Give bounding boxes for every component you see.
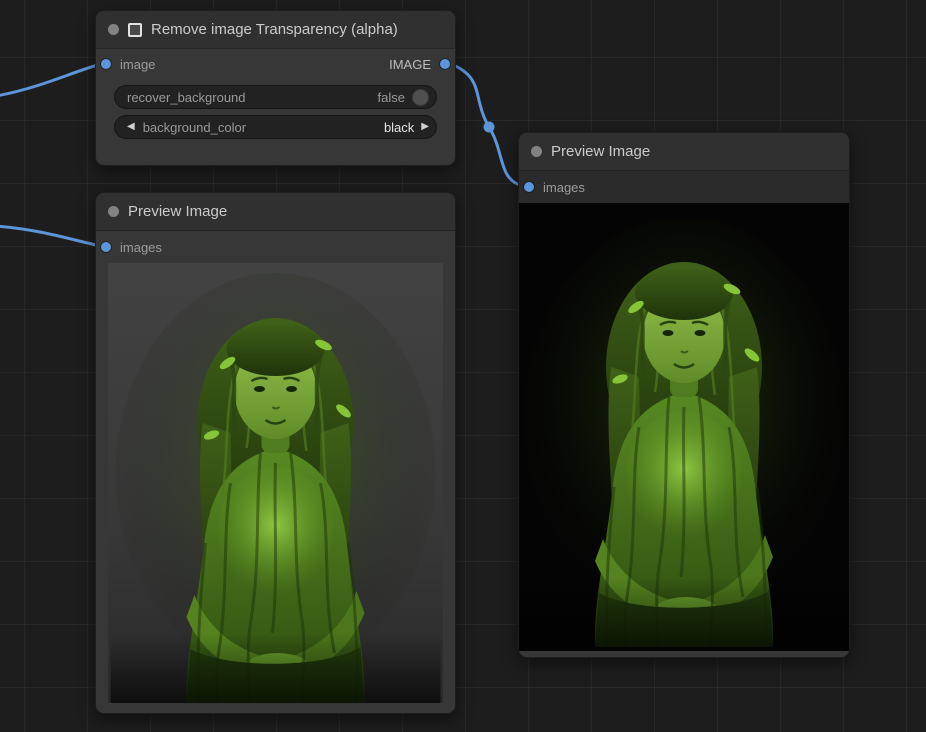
node-preview-image-left[interactable]: Preview Image images [95,192,456,714]
images-row: images [96,231,455,263]
preview-image-area [108,263,443,703]
toggle-knob[interactable] [412,89,429,106]
checkbox-square-icon [128,23,142,37]
node-preview-image-right[interactable]: Preview Image images [518,132,850,658]
preview-image-figure [519,203,849,651]
widget-recover-background[interactable]: recover_background false [114,85,437,109]
widget-value: false [378,90,405,105]
link-image-output-to-right-preview [451,64,523,186]
node-status-dot [108,206,119,217]
combo-right-arrow-icon[interactable]: ▶ [421,122,429,132]
node-title-bar[interactable]: Preview Image [96,193,455,231]
preview-image-area [519,203,849,651]
input-label-images: images [543,180,585,195]
output-port-image[interactable] [440,59,450,69]
input-port-image[interactable] [101,59,111,69]
node-title: Remove image Transparency (alpha) [151,21,398,38]
combo-left-arrow-icon[interactable]: ◀ [127,122,135,132]
link-to-left-preview-images [0,226,101,246]
node-title-bar[interactable]: Remove image Transparency (alpha) [96,11,455,49]
node-status-dot [531,146,542,157]
node-title: Preview Image [128,203,227,220]
node-title: Preview Image [551,143,650,160]
link-to-image-input [0,64,101,96]
ports-row: image IMAGE [96,49,455,79]
preview-image-figure [108,263,443,703]
node-title-bar[interactable]: Preview Image [519,133,849,171]
node-graph-canvas[interactable]: Remove image Transparency (alpha) image … [0,0,926,732]
input-label-image: image [120,57,155,72]
link-midpoint-dot[interactable] [484,122,495,133]
widget-label: recover_background [127,90,378,105]
images-row: images [519,171,849,203]
widget-label: background_color [143,120,384,135]
node-status-dot [108,24,119,35]
input-label-images: images [120,240,162,255]
widget-background-color[interactable]: ◀ background_color black ▶ [114,115,437,139]
input-port-images[interactable] [524,182,534,192]
node-remove-transparency[interactable]: Remove image Transparency (alpha) image … [95,10,456,166]
widget-value: black [384,120,414,135]
input-port-images[interactable] [101,242,111,252]
output-label-image: IMAGE [389,57,431,72]
